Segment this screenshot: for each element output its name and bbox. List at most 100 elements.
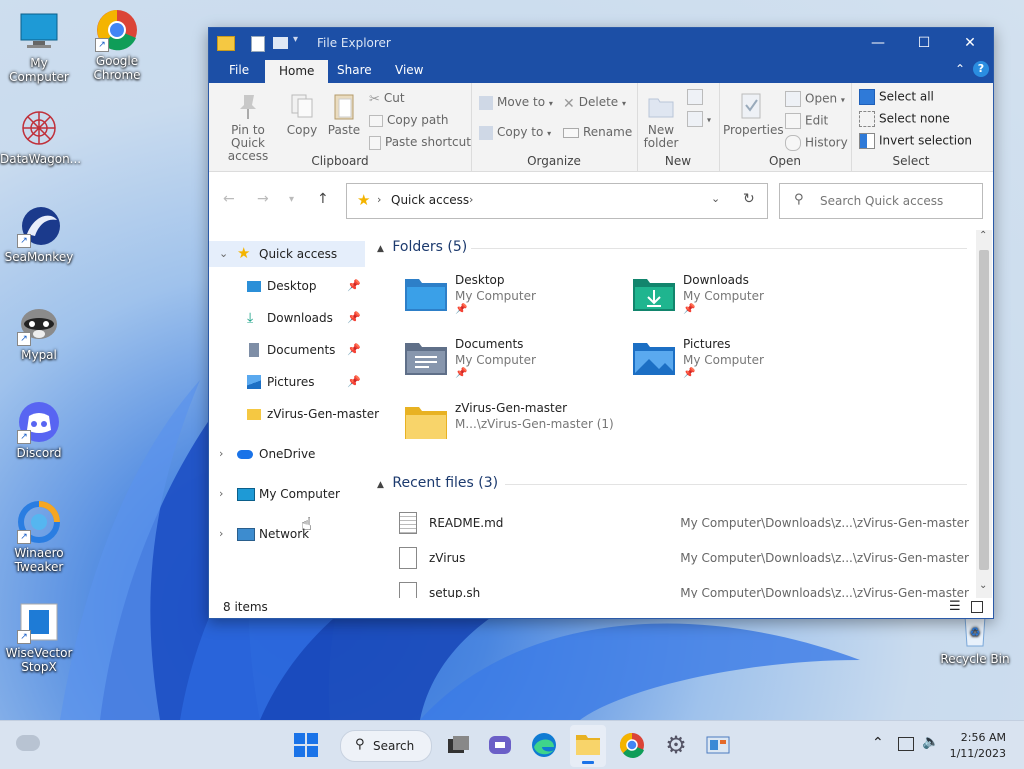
- desktop-icon-seamonkey[interactable]: ↗ SeaMonkey: [0, 204, 78, 264]
- chevron-right-icon[interactable]: ›: [219, 481, 223, 507]
- task-view-icon[interactable]: [444, 731, 472, 759]
- maximize-button[interactable]: ☐: [901, 28, 947, 58]
- recent-file-row[interactable]: zVirus My Computer\Downloads\z...\zVirus…: [399, 543, 969, 577]
- recent-locations-dropdown[interactable]: ▾: [289, 194, 294, 205]
- nav-item-zvirus-gen-master[interactable]: zVirus-Gen-master: [209, 401, 379, 427]
- up-button[interactable]: ↑: [317, 191, 329, 207]
- folder-tile-pictures[interactable]: Pictures My Computer 📌: [633, 337, 853, 393]
- weather-cloud-icon[interactable]: [16, 735, 40, 751]
- system-clock[interactable]: 2:56 AM 1/11/2023: [950, 730, 1006, 762]
- paste-shortcut-button[interactable]: Paste shortcut: [369, 135, 471, 150]
- chevron-down-icon: ▾: [840, 95, 845, 105]
- tab-share[interactable]: Share: [323, 58, 386, 83]
- tab-view[interactable]: View: [381, 58, 437, 83]
- desktop-icon-discord[interactable]: ↗ Discord: [0, 400, 78, 460]
- breadcrumb-quick-access[interactable]: Quick access: [391, 193, 469, 207]
- invert-selection-button[interactable]: Invert selection: [859, 133, 972, 149]
- new-folder-button[interactable]: New folder: [641, 91, 681, 150]
- file-explorer-taskbar-icon[interactable]: [570, 725, 606, 767]
- easy-access-button[interactable]: ▾: [687, 111, 711, 127]
- folder-tile-zvirus-gen-master[interactable]: zVirus-Gen-master M...\zVirus-Gen-master…: [405, 401, 625, 457]
- chevron-down-icon: ▾: [707, 115, 712, 125]
- recent-file-row[interactable]: README.md My Computer\Downloads\z...\zVi…: [399, 508, 969, 542]
- address-dropdown-icon[interactable]: ⌄: [711, 192, 720, 205]
- folders-section-header[interactable]: ▲ Folders (5): [377, 239, 967, 255]
- nav-item-pictures[interactable]: Pictures 📌: [209, 369, 365, 395]
- ribbon-collapse-icon[interactable]: ⌃: [955, 62, 965, 76]
- cut-button[interactable]: ✂ Cut: [369, 91, 405, 107]
- forward-button[interactable]: →: [257, 191, 269, 207]
- tab-home[interactable]: Home: [265, 60, 329, 83]
- chevron-down-icon[interactable]: ⌄: [219, 241, 228, 267]
- desktop-icon-datawagon[interactable]: DataWagon...: [0, 106, 81, 166]
- vertical-scrollbar[interactable]: ⌃ ⌄: [976, 230, 992, 598]
- start-windows-icon[interactable]: [292, 731, 320, 759]
- nav-item-onedrive[interactable]: › OneDrive: [209, 441, 365, 467]
- history-button[interactable]: History: [785, 135, 848, 151]
- nav-item-quick-access[interactable]: ⌄ ★ Quick access: [209, 241, 365, 267]
- control-panel-icon[interactable]: [704, 731, 732, 759]
- new-item-button[interactable]: [687, 89, 707, 105]
- volume-tray-icon[interactable]: 🔈: [922, 734, 939, 750]
- desktop-icon-label: Winaero Tweaker: [14, 546, 64, 574]
- properties-button[interactable]: Properties: [723, 91, 784, 137]
- delete-button[interactable]: ✕ Delete ▾: [563, 95, 626, 112]
- chevron-right-icon[interactable]: ›: [219, 441, 223, 467]
- nav-item-downloads[interactable]: ⤓ Downloads 📌: [209, 305, 365, 331]
- edit-button[interactable]: Edit: [785, 113, 828, 129]
- select-all-button[interactable]: Select all: [859, 89, 934, 105]
- chevron-right-icon[interactable]: ›: [219, 521, 223, 547]
- large-icons-view-icon[interactable]: [971, 601, 983, 613]
- refresh-icon[interactable]: ↻: [743, 191, 755, 207]
- search-input[interactable]: Search Quick access: [820, 194, 943, 208]
- scroll-down-icon[interactable]: ⌄: [979, 580, 987, 591]
- edge-browser-icon[interactable]: [530, 731, 558, 759]
- quick-access-toolbar-dropdown-icon[interactable]: ▾: [293, 34, 298, 45]
- teams-chat-icon[interactable]: [486, 731, 514, 759]
- pin-to-quick-access-button[interactable]: Pin to Quick access: [213, 91, 283, 163]
- copy-to-button[interactable]: Copy to ▾: [479, 125, 551, 140]
- help-icon[interactable]: ?: [973, 61, 989, 77]
- back-button[interactable]: ←: [223, 191, 235, 207]
- desktop-icon-my-computer[interactable]: My Computer: [0, 10, 78, 84]
- title-bar[interactable]: ▾ File Explorer — ☐ ✕: [209, 28, 993, 58]
- show-hidden-icons-chevron[interactable]: ⌃: [872, 735, 884, 751]
- copy-path-button[interactable]: Copy path: [369, 113, 449, 127]
- folder-tile-documents[interactable]: Documents My Computer 📌: [405, 337, 625, 393]
- text-file-icon: [399, 512, 417, 534]
- taskbar-search-button[interactable]: ⚲ Search: [340, 730, 432, 762]
- search-box[interactable]: ⚲ Search Quick access: [779, 183, 983, 219]
- nav-item-desktop[interactable]: Desktop 📌: [209, 273, 365, 299]
- settings-gear-icon[interactable]: ⚙: [662, 731, 690, 759]
- details-view-icon[interactable]: ☰: [949, 599, 961, 614]
- recent-file-row[interactable]: setup.sh My Computer\Downloads\z...\zVir…: [399, 578, 969, 598]
- rename-button[interactable]: Rename: [563, 125, 632, 139]
- collapse-caret-icon[interactable]: ▲: [377, 480, 384, 490]
- folder-tile-desktop[interactable]: Desktop My Computer 📌: [405, 273, 625, 329]
- collapse-caret-icon[interactable]: ▲: [377, 244, 384, 254]
- paste-button[interactable]: Paste: [325, 91, 363, 137]
- desktop-icon-google-chrome[interactable]: ↗ Google Chrome: [78, 8, 156, 82]
- desktop-icon-winaero-tweaker[interactable]: ↗ Winaero Tweaker: [0, 500, 78, 574]
- properties-quick-icon[interactable]: [251, 36, 265, 52]
- close-button[interactable]: ✕: [947, 28, 993, 58]
- nav-item-documents[interactable]: Documents 📌: [209, 337, 365, 363]
- scrollbar-thumb[interactable]: [979, 250, 989, 570]
- desktop-icon-wisevector[interactable]: ↗ WiseVector StopX: [0, 600, 78, 674]
- recent-files-section-header[interactable]: ▲ Recent files (3): [377, 475, 967, 491]
- tab-file[interactable]: File: [215, 58, 263, 83]
- chrome-taskbar-icon[interactable]: [618, 731, 646, 759]
- nav-item-my-computer[interactable]: › My Computer: [209, 481, 365, 507]
- select-none-button[interactable]: Select none: [859, 111, 950, 127]
- move-to-button[interactable]: Move to ▾: [479, 95, 553, 110]
- open-button[interactable]: Open ▾: [785, 91, 845, 107]
- scroll-up-icon[interactable]: ⌃: [979, 230, 987, 241]
- new-folder-quick-icon[interactable]: [273, 37, 288, 49]
- address-bar[interactable]: ★ › Quick access › ⌄ ↻: [346, 183, 768, 219]
- minimize-button[interactable]: —: [855, 28, 901, 58]
- folder-tile-downloads[interactable]: Downloads My Computer 📌: [633, 273, 853, 329]
- desktop-icon-mypal[interactable]: ↗ Mypal: [0, 302, 78, 362]
- network-tray-icon[interactable]: [898, 737, 914, 751]
- nav-item-network[interactable]: › Network: [209, 521, 365, 547]
- copy-button[interactable]: Copy: [285, 91, 319, 137]
